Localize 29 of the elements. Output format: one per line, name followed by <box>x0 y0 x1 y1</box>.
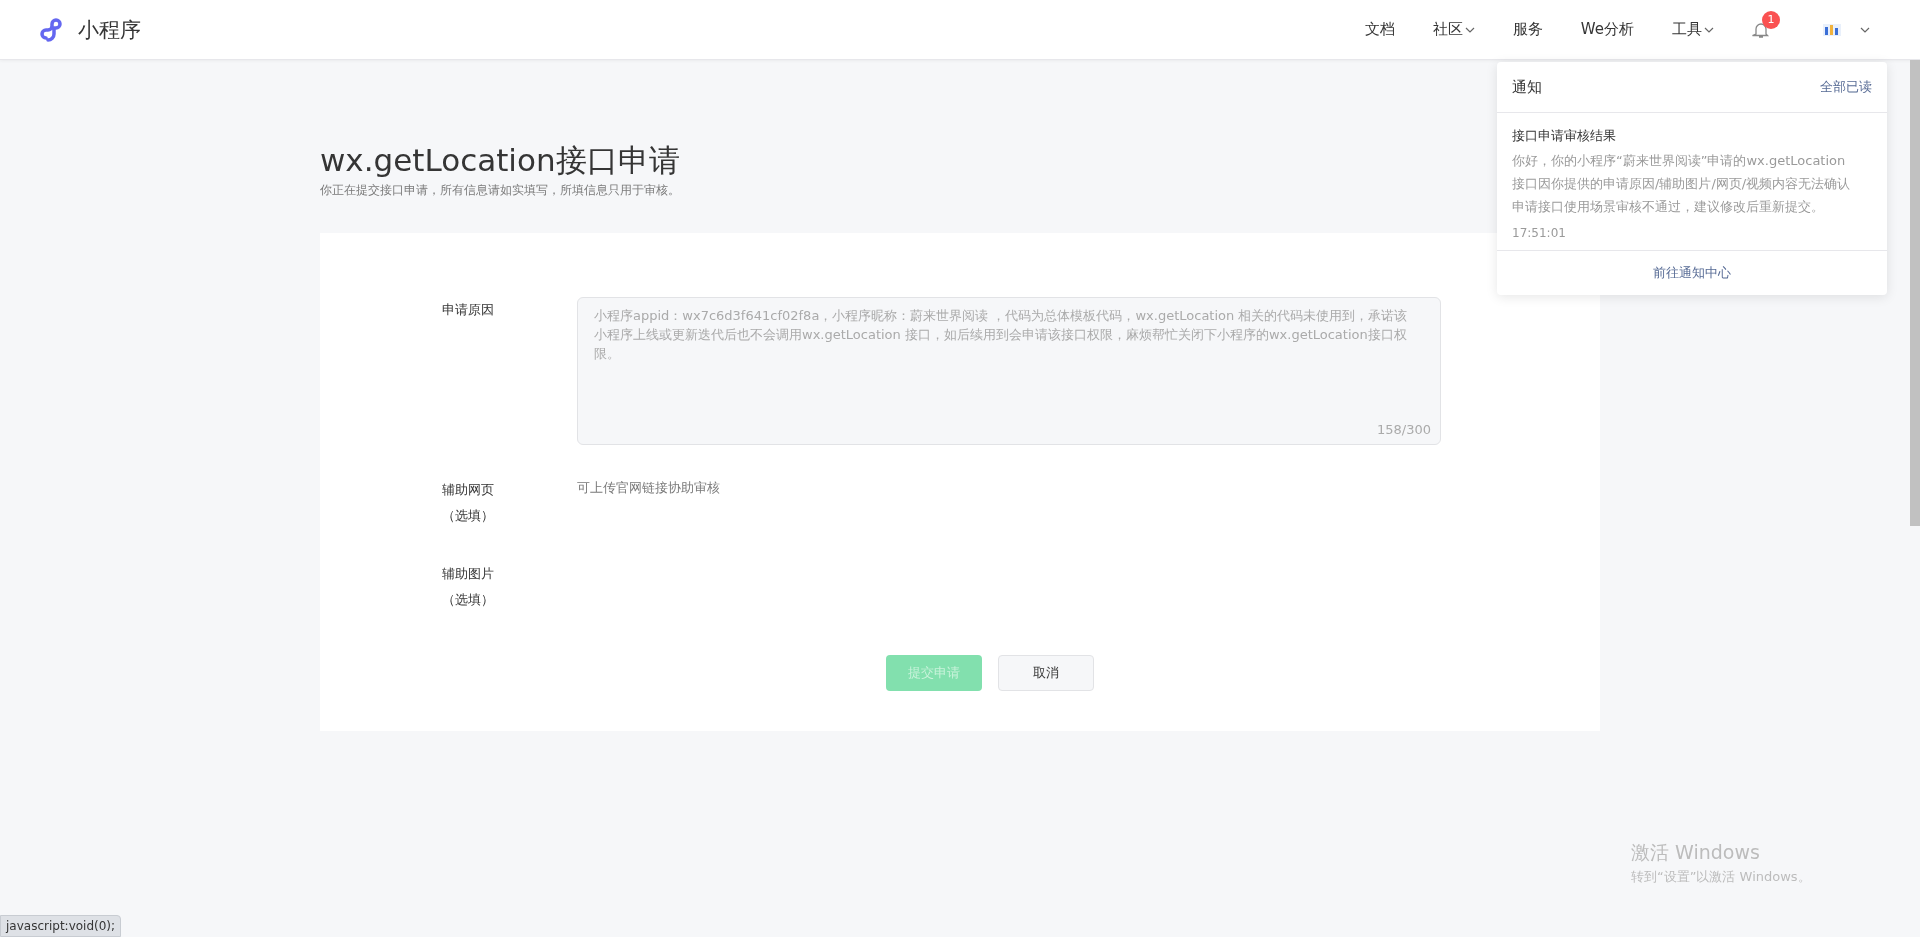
nav-link[interactable]: 服务 <box>1512 20 1543 39</box>
nav-link[interactable]: 工具 <box>1672 20 1714 39</box>
field-note: （选填） <box>441 591 495 610</box>
activation-text: 转到“设置”以激活 Windows。 <box>1631 868 1811 886</box>
field-label: 辅助网页 <box>441 481 495 500</box>
logo-text: 小程序 <box>78 16 141 44</box>
bell-icon[interactable] <box>1752 20 1770 39</box>
notification-body: 你好，你的小程序“蔚来世界阅读”申请的wx.getLocation接口因你提供的申请原因/辅助图片/网页/视频内容无法确认申请接口使用场景审核不通过，建议修改后重新提交。 <box>1512 152 1852 216</box>
field-label: 申请原因 <box>441 301 495 320</box>
char-counter: 158/300 <box>1377 422 1431 438</box>
panel-title: 通知 <box>1512 77 1542 97</box>
nav-link[interactable]: We分析 <box>1580 20 1634 39</box>
page-title: wx.getLocation接口申请 <box>320 141 680 180</box>
hint-text: 可上传官网链接协助审核 <box>577 480 720 496</box>
activation-title: 激活 Windows <box>1631 840 1761 865</box>
notification-badge: 1 <box>1762 10 1780 29</box>
scrollbar[interactable] <box>1910 60 1920 526</box>
notification-time: 17:51:01 <box>1512 226 1567 240</box>
field-note: （选填） <box>441 507 495 526</box>
page-subtitle: 你正在提交接口申请，所有信息请如实填写，所填信息只用于审核。 <box>320 182 680 200</box>
mark-all-read-link[interactable]: 全部已读 <box>1820 78 1872 96</box>
status-url: javascript:void(0); <box>0 915 122 937</box>
notification-title: 接口申请审核结果 <box>1512 127 1617 145</box>
avatar-icon[interactable] <box>1822 21 1842 38</box>
cancel-button[interactable]: 取消 <box>998 655 1094 692</box>
field-label: 辅助图片 <box>441 565 495 584</box>
nav-link[interactable]: 社区 <box>1432 20 1475 39</box>
notification-center-link[interactable]: 前往通知中心 <box>1653 264 1731 282</box>
nav-link[interactable]: 文档 <box>1364 20 1395 39</box>
